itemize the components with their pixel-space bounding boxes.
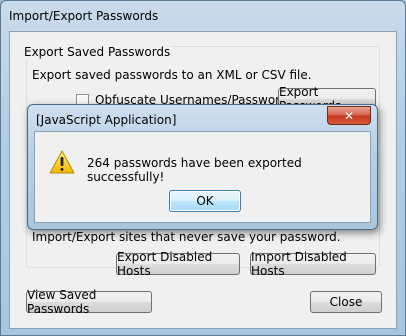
- export-description: Export saved passwords to an XML or CSV …: [32, 68, 312, 82]
- alert-message: 264 passwords have been exported success…: [87, 156, 302, 184]
- view-saved-passwords-button[interactable]: View Saved Passwords: [26, 288, 152, 316]
- export-group-legend: Export Saved Passwords: [22, 45, 173, 59]
- alert-title: [JavaScript Application]: [36, 113, 177, 127]
- export-disabled-hosts-button[interactable]: Export Disabled Hosts: [116, 250, 240, 278]
- close-button[interactable]: Close: [310, 291, 382, 313]
- javascript-alert-dialog: [JavaScript Application] ✕ 264 passwords…: [27, 104, 378, 230]
- import-disabled-hosts-button[interactable]: Import Disabled Hosts: [250, 250, 376, 278]
- close-icon[interactable]: ✕: [327, 106, 371, 125]
- disabled-hosts-note: Import/Export sites that never save your…: [32, 230, 341, 244]
- window-title: Import/Export Passwords: [9, 9, 159, 23]
- ok-button[interactable]: OK: [169, 190, 241, 212]
- alert-client-area: 264 passwords have been exported success…: [34, 131, 371, 223]
- warning-icon: [49, 150, 75, 177]
